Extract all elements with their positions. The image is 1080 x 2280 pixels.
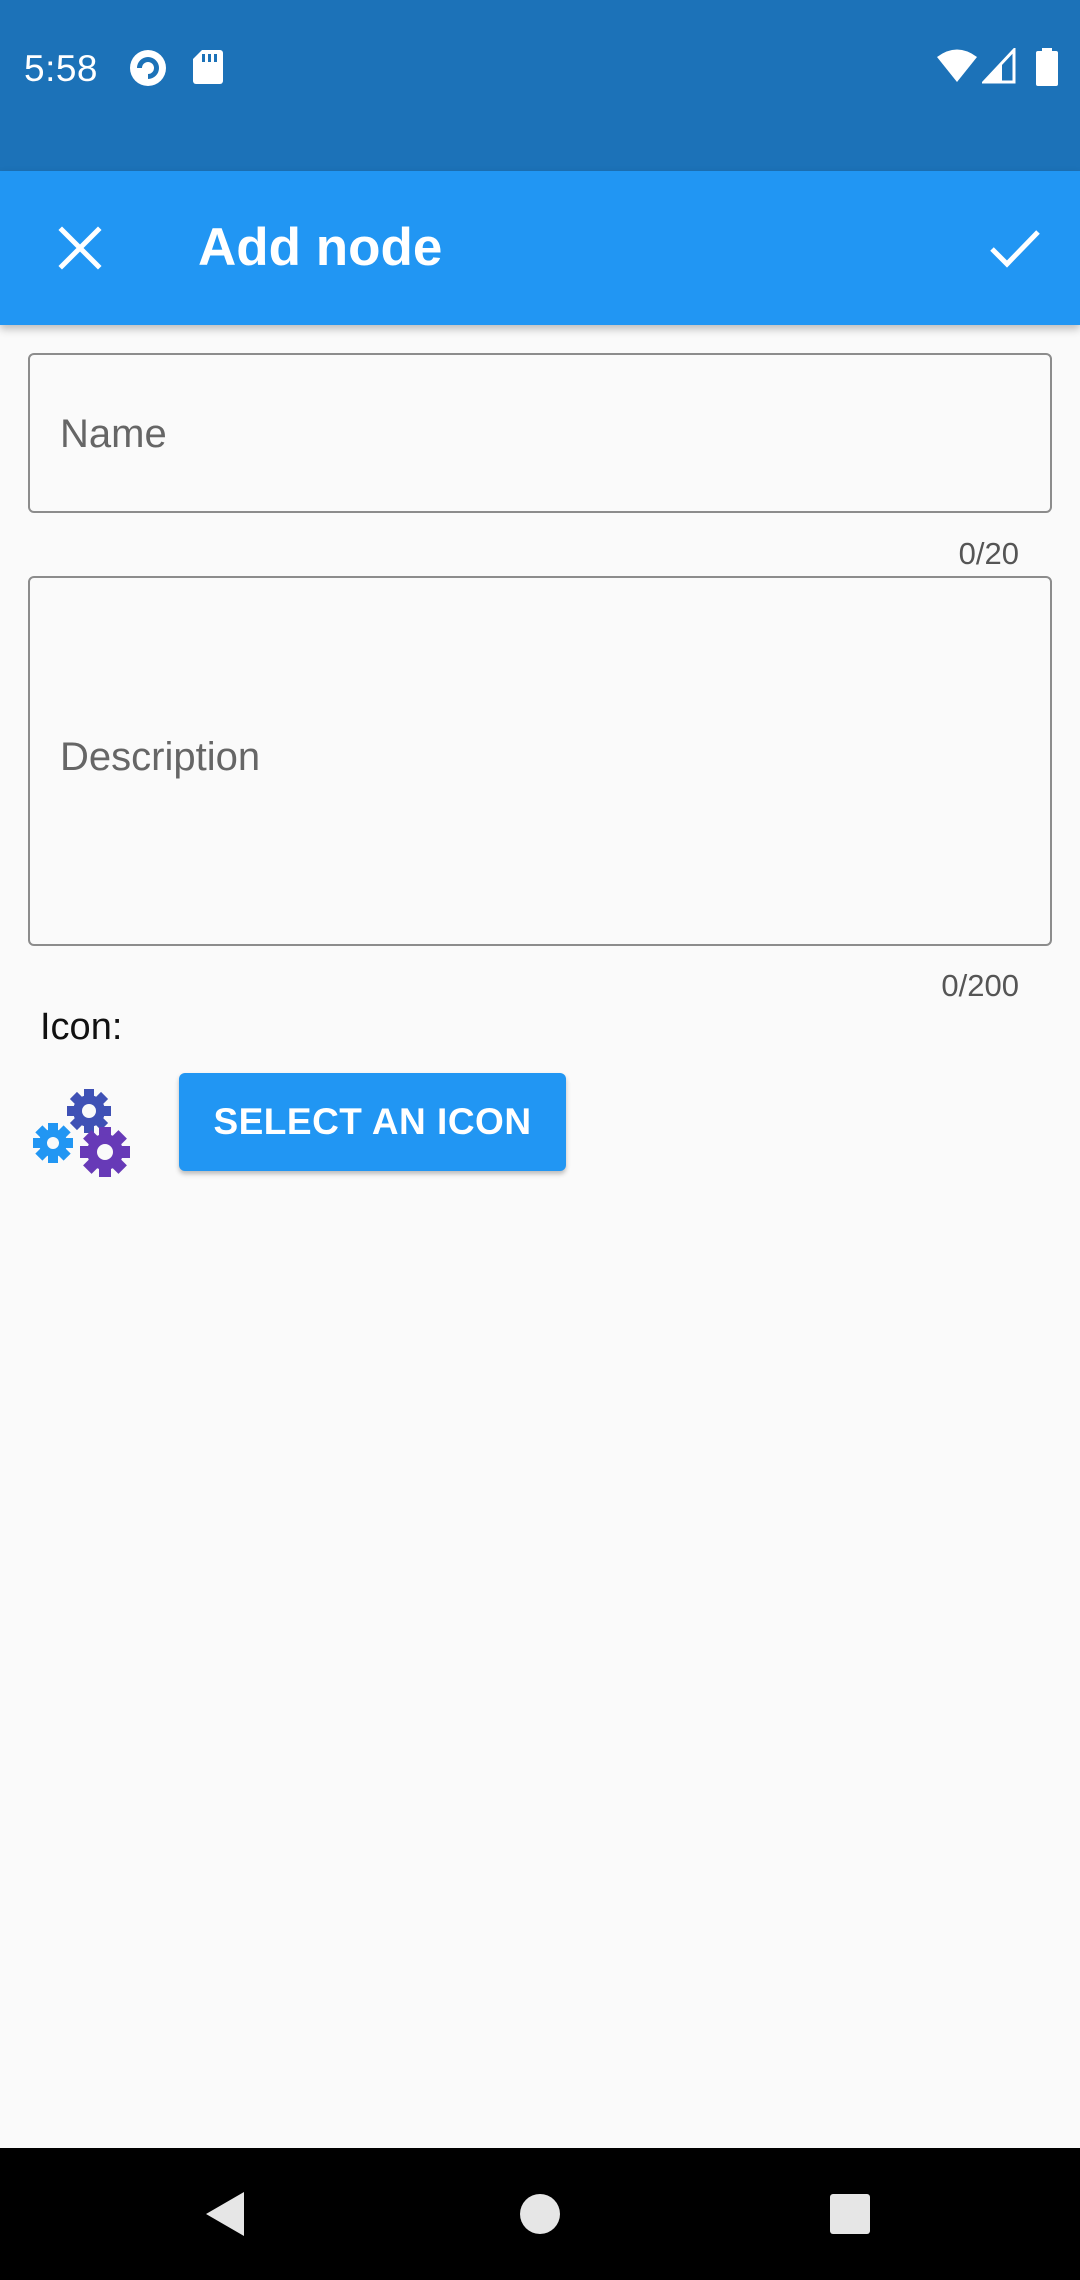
home-icon[interactable] [510, 2184, 570, 2244]
battery-icon [1036, 48, 1058, 86]
description-placeholder: Description [60, 735, 261, 779]
close-button[interactable] [40, 208, 120, 288]
icon-label: Icon: [40, 1006, 123, 1048]
gears-icon [33, 1089, 130, 1177]
description-char-counter: 0/200 [941, 968, 1019, 1003]
select-icon-button[interactable]: SELECT AN ICON [179, 1073, 566, 1171]
name-field[interactable] [28, 353, 1052, 513]
back-icon[interactable] [196, 2184, 256, 2244]
check-icon [990, 230, 1040, 268]
name-char-counter: 0/20 [958, 536, 1019, 571]
navigation-bar [0, 2148, 1080, 2280]
wifi-icon [937, 49, 977, 82]
confirm-button[interactable] [974, 208, 1056, 288]
page-title: Add node [198, 218, 443, 277]
status-time: 5:58 [24, 48, 99, 89]
name-input[interactable] [60, 409, 1020, 459]
recents-icon[interactable] [820, 2184, 880, 2244]
close-icon [58, 226, 102, 270]
description-field[interactable]: Description [28, 576, 1052, 946]
sd-card-icon [193, 50, 223, 84]
status-bar: 5:58 [0, 0, 1080, 171]
signal-icon [982, 48, 1016, 84]
pocket-casts-icon [130, 50, 166, 86]
app-bar: Add node [0, 171, 1080, 325]
